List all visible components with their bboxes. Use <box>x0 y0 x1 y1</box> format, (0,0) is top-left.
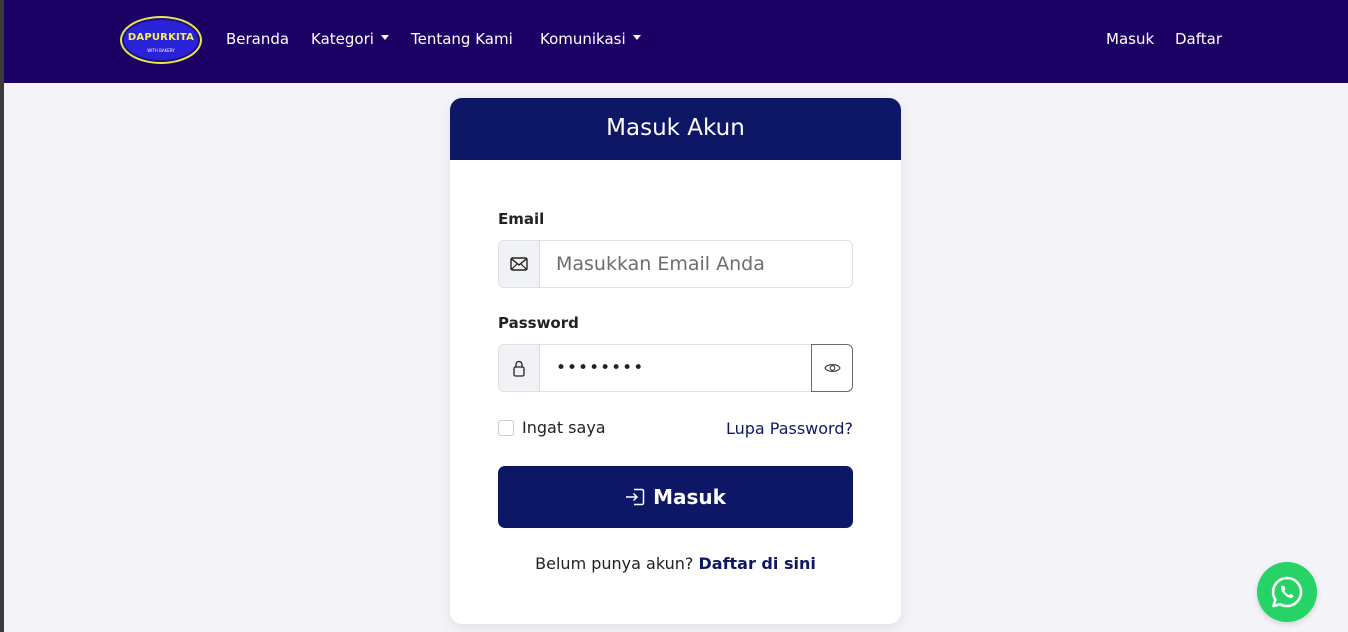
toggle-password-button[interactable] <box>811 344 853 392</box>
login-button[interactable]: Masuk <box>498 466 853 528</box>
nav-link-about[interactable]: Tentang Kami <box>411 30 513 48</box>
eye-icon <box>823 364 841 372</box>
navbar: DAPURKITA WITH BAKERY Beranda Kategori T… <box>4 0 1348 83</box>
email-label: Email <box>498 210 545 228</box>
nav-link-login[interactable]: Masuk <box>1106 30 1154 48</box>
lock-icon <box>499 345 540 391</box>
nav-link-home[interactable]: Beranda <box>226 30 289 48</box>
password-input-group: •••••••• <box>498 344 853 392</box>
logo-text: DAPURKITA <box>127 32 195 43</box>
login-arrow-icon <box>626 488 645 506</box>
password-label: Password <box>498 314 579 332</box>
register-prompt: Belum punya akun? Daftar di sini <box>450 554 901 573</box>
caret-down-icon <box>380 35 389 40</box>
nav-link-register[interactable]: Daftar <box>1175 30 1222 48</box>
brand-logo[interactable]: DAPURKITA WITH BAKERY <box>120 16 202 64</box>
nav-dropdown-categories-label: Kategori <box>311 30 374 48</box>
remember-checkbox[interactable] <box>498 419 514 436</box>
forgot-password-link[interactable]: Lupa Password? <box>726 419 853 438</box>
whatsapp-icon <box>1271 576 1303 608</box>
nav-dropdown-communication[interactable]: Komunikasi <box>540 30 641 48</box>
password-input[interactable]: •••••••• <box>541 345 811 391</box>
register-link[interactable]: Daftar di sini <box>698 554 815 573</box>
remember-me: Ingat saya <box>498 418 606 437</box>
email-input[interactable] <box>541 241 853 287</box>
nav-dropdown-communication-label: Komunikasi <box>540 30 626 48</box>
caret-down-icon <box>632 35 641 40</box>
card-title: Masuk Akun <box>450 98 901 160</box>
nav-dropdown-categories[interactable]: Kategori <box>311 30 389 48</box>
window-edge <box>0 0 4 632</box>
login-card: Masuk Akun Email Password •••••••• <box>450 98 901 624</box>
register-prompt-text: Belum punya akun? <box>535 554 694 573</box>
logo-subtext: WITH BAKERY <box>147 48 175 53</box>
email-input-group <box>498 240 853 288</box>
envelope-icon <box>499 241 540 287</box>
login-button-label: Masuk <box>653 485 726 509</box>
whatsapp-button[interactable] <box>1257 562 1317 622</box>
remember-label[interactable]: Ingat saya <box>522 418 606 437</box>
